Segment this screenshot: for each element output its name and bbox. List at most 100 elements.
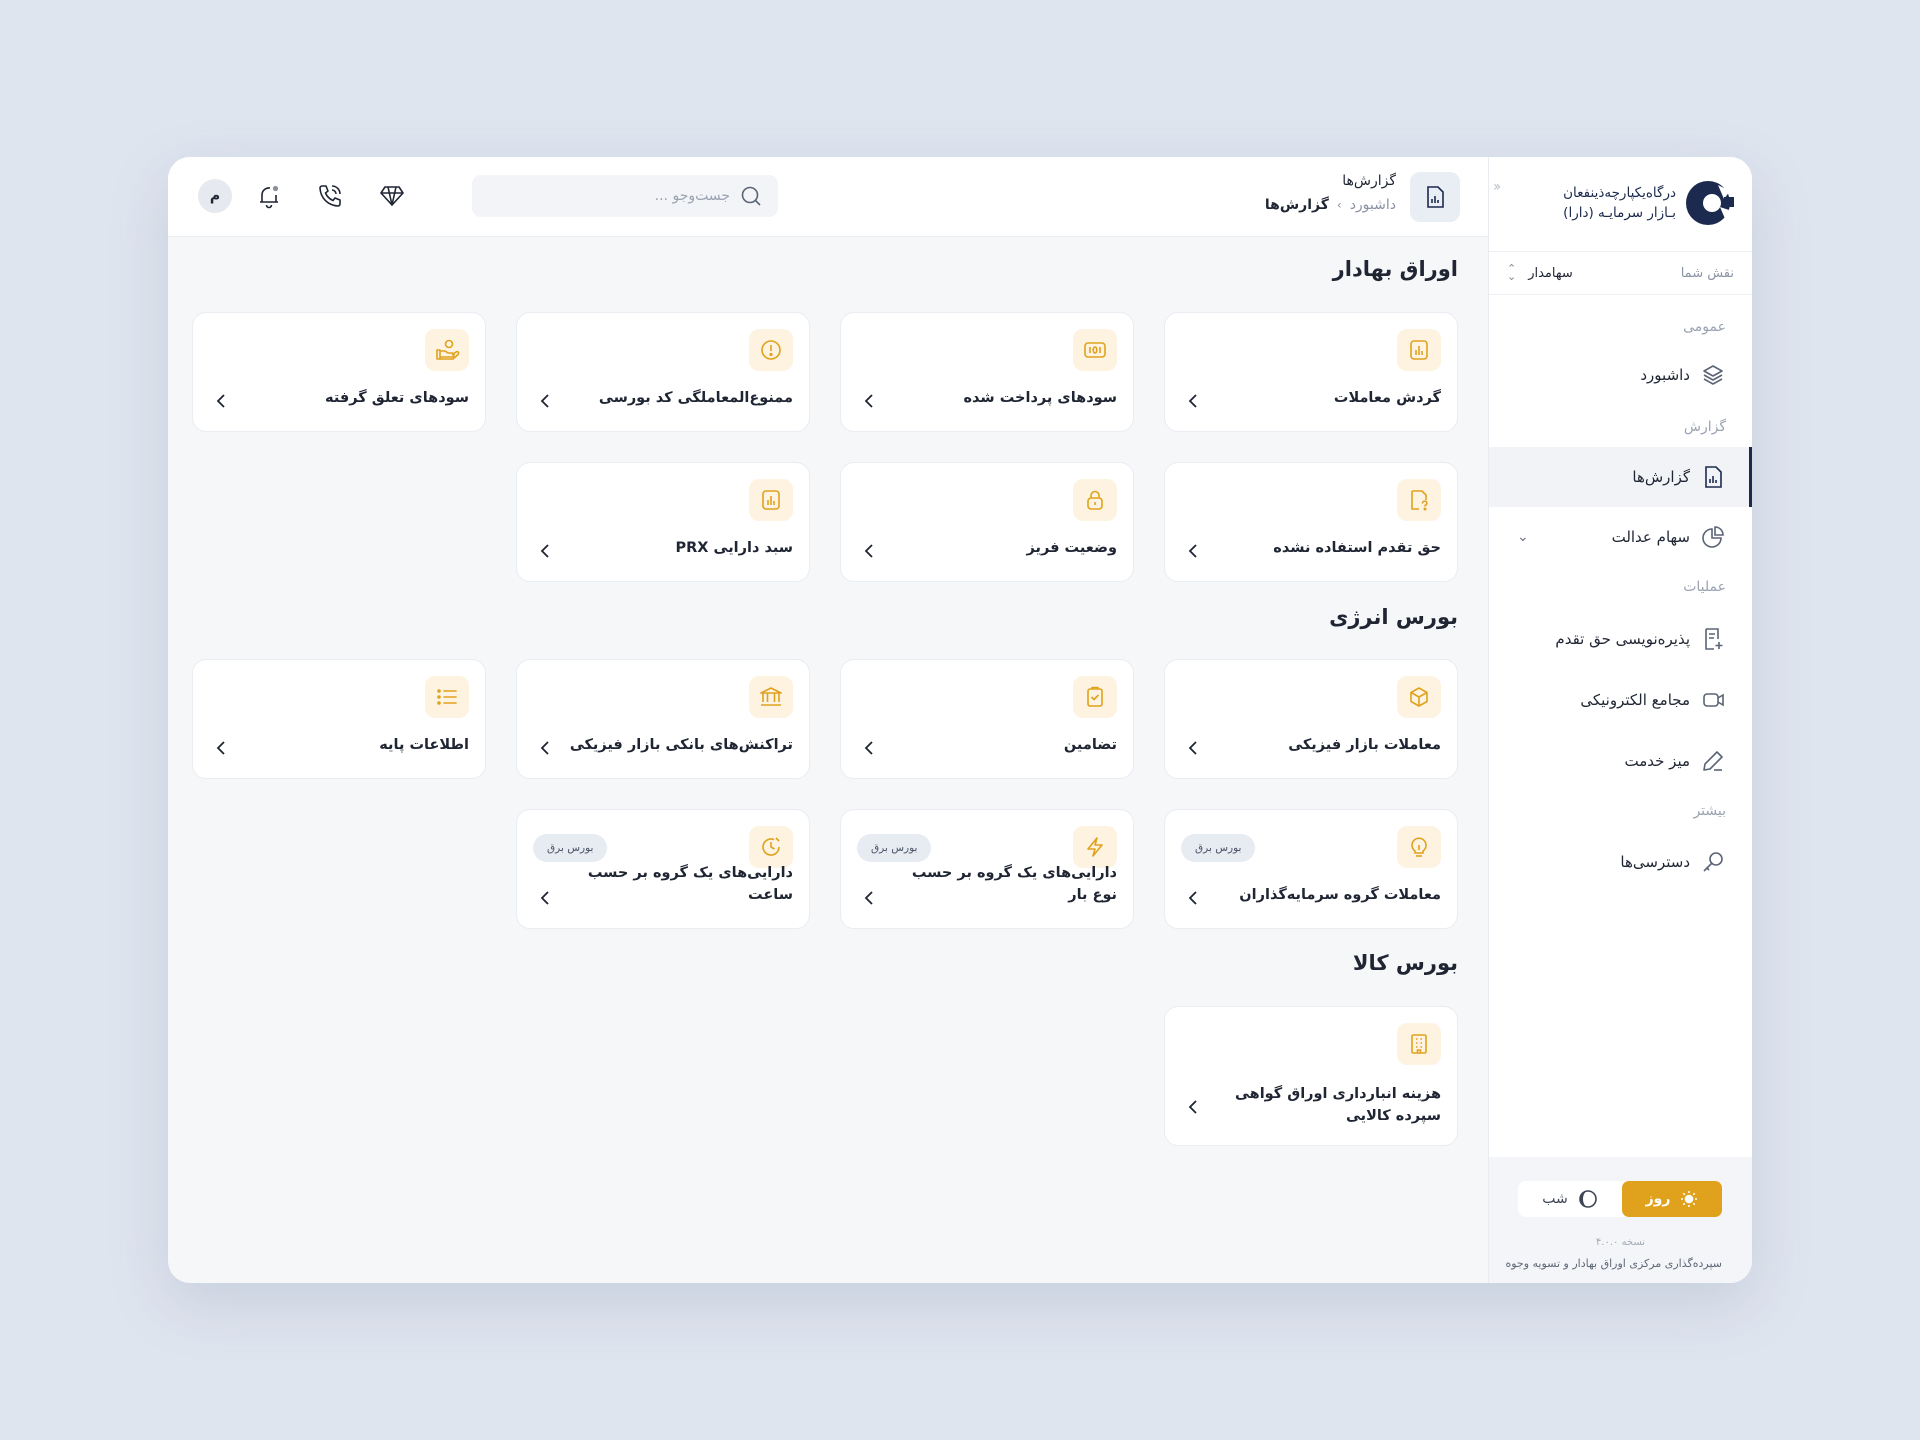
card-label: وضعیت فریز [1026,540,1117,556]
report-card-paid-dividends[interactable]: سودهای پرداخت شده [840,312,1134,432]
bar-chart-icon [749,479,793,521]
report-card-prx-basket[interactable]: سبد دارایی PRX [516,462,810,582]
report-card-group-by-hour[interactable]: بورس برق دارایی‌های یک گروه بر حسب ساعت [516,809,810,929]
card-label: دارایی‌های یک گروه بر حسب ساعت [587,865,793,903]
search-box[interactable] [472,175,778,217]
sidebar-item-label: میز خدمت [1624,752,1690,770]
search-icon [741,186,761,206]
theme-toggle[interactable]: روز شب [1518,1181,1722,1217]
report-card-guarantees[interactable]: تضامین [840,659,1134,779]
search-input[interactable] [528,187,732,205]
theme-night-button[interactable]: شب [1518,1189,1622,1209]
card-label: سودهای تعلق گرفته [325,390,469,406]
sidebar-item-dashboard[interactable]: داشبورد [1489,345,1752,405]
nav-section-operations: عملیات [1683,579,1726,595]
report-file-icon [1427,186,1444,208]
theme-day-button[interactable]: روز [1622,1181,1722,1217]
layers-icon [1700,362,1726,388]
dara-logo-icon [1686,181,1734,225]
chevron-left-icon [859,391,879,411]
status-badge: بورس برق [533,834,608,862]
bell-icon [260,184,280,209]
card-label: معاملات بازار فیزیکی [1288,737,1441,753]
sidebar-item-accesses[interactable]: دسترسی‌ها [1489,832,1752,892]
chevron-left-icon [535,738,555,758]
card-label: سبد دارایی PRX [675,540,793,556]
document-question-icon [1397,479,1441,521]
report-card-unused-rights[interactable]: حق تقدم استفاده نشده [1164,462,1458,582]
chevron-left-icon [535,391,555,411]
theme-night-label: شب [1542,1191,1568,1207]
chevron-left-icon [1183,391,1203,411]
chevron-left-icon [859,738,879,758]
video-camera-icon [1700,687,1726,713]
diamond-button[interactable] [375,179,409,213]
logo-line-1: درگاه‌یکپارچه‌ذینفعان [1563,185,1676,201]
nav-section-more: بیشتر [1693,803,1726,819]
chevron-left-icon [859,541,879,561]
breadcrumb-separator-icon: › [1336,198,1342,212]
sidebar-item-rights-subscription[interactable]: پذیره‌نویسی حق تقدم [1489,609,1752,669]
avatar[interactable]: م [198,179,232,213]
report-card-physical-trades[interactable]: معاملات بازار فیزیکی [1164,659,1458,779]
logo-line-2: بـازار سرمایـه (دارا) [1563,205,1676,221]
phone-button[interactable] [313,179,347,213]
sidebar-footer: روز شب نسخه ۴.۰.۰ سپرده‌گذاری مرکزی اورا… [1489,1157,1752,1283]
header: گزارش‌ها داشبورد › گزارش‌ها م [168,157,1488,237]
breadcrumb-dashboard-link[interactable]: داشبورد [1350,197,1396,213]
report-card-investor-group-trades[interactable]: بورس برق معاملات گروه سرمایه‌گذاران [1164,809,1458,929]
sidebar-item-label: پذیره‌نویسی حق تقدم [1555,630,1690,648]
nav-section-general: عمومی [1683,319,1726,335]
diamond-icon [380,186,404,206]
report-card-warehouse-cost[interactable]: هزینه انبارداری اوراق گواهی سپرده کالایی [1164,1006,1458,1146]
bank-icon [749,676,793,718]
breadcrumb-current: گزارش‌ها [1264,197,1329,213]
collapse-sidebar-button[interactable]: ‹‹ [1493,179,1501,195]
sidebar-item-label: داشبورد [1640,366,1690,384]
alert-circle-icon [749,329,793,371]
double-chevron-icon: ‹‹ [1493,179,1501,195]
notifications-button[interactable] [252,179,286,213]
role-value-wrap[interactable]: سهامدار ⌃ ⌄ [1507,262,1573,283]
pen-icon [1700,748,1726,774]
status-badge: بورس برق [1181,834,1256,862]
sidebar-item-reports[interactable]: گزارش‌ها [1489,447,1752,507]
theme-day-label: روز [1645,1191,1671,1207]
report-card-banned-code[interactable]: ممنوع‌المعاملگی کد بورسی [516,312,810,432]
app-version: نسخه ۴.۰.۰ [1595,1237,1646,1248]
role-label: نقش شما [1680,265,1734,281]
sidebar-item-label: گزارش‌ها [1632,468,1690,486]
sidebar-item-e-assemblies[interactable]: مجامع الکترونیکی [1489,670,1752,730]
section-title-securities: اوراق بهادار [1332,257,1458,281]
sidebar-item-label: سهام عدالت [1611,528,1690,546]
role-value: سهامدار [1528,265,1573,281]
status-badge: بورس برق [857,834,932,862]
logo[interactable]: درگاه‌یکپارچه‌ذینفعان بـازار سرمایـه (دا… [1505,173,1736,233]
report-card-group-by-load[interactable]: بورس برق دارایی‌های یک گروه بر حسب نوع ب… [840,809,1134,929]
chevron-left-icon [535,541,555,561]
report-card-base-info[interactable]: اطلاعات پایه [192,659,486,779]
chevron-down-icon[interactable]: ⌄ [1517,529,1529,545]
app-window: درگاه‌یکپارچه‌ذینفعان بـازار سرمایـه (دا… [168,157,1752,1283]
phone-ring-icon [319,185,341,207]
report-file-icon [1700,464,1726,490]
role-selector[interactable]: نقش شما سهامدار ⌃ ⌄ [1489,251,1752,295]
sidebar-item-service-desk[interactable]: میز خدمت [1489,731,1752,791]
report-card-freeze-status[interactable]: وضعیت فریز [840,462,1134,582]
up-down-icon: ⌃ ⌄ [1507,262,1517,283]
chevron-left-icon [1183,1097,1203,1117]
report-card-bank-transactions[interactable]: تراکنش‌های بانکی بازار فیزیکی [516,659,810,779]
key-icon [1700,849,1726,875]
card-label: تراکنش‌های بانکی بازار فیزیکی [569,737,793,753]
building-icon [1397,1023,1441,1065]
chevron-left-icon [211,391,231,411]
card-label: معاملات گروه سرمایه‌گذاران [1239,887,1441,903]
report-card-turnover[interactable]: گردش معاملات [1164,312,1458,432]
breadcrumb: داشبورد › گزارش‌ها [1265,197,1396,213]
report-card-accrued-dividends[interactable]: سودهای تعلق گرفته [192,312,486,432]
card-label: گردش معاملات [1333,390,1441,406]
moon-icon [1578,1190,1597,1208]
sidebar-item-justice-shares[interactable]: سهام عدالت ⌄ [1489,507,1752,567]
document-add-icon [1700,626,1726,652]
card-label: تضامین [1063,737,1117,753]
